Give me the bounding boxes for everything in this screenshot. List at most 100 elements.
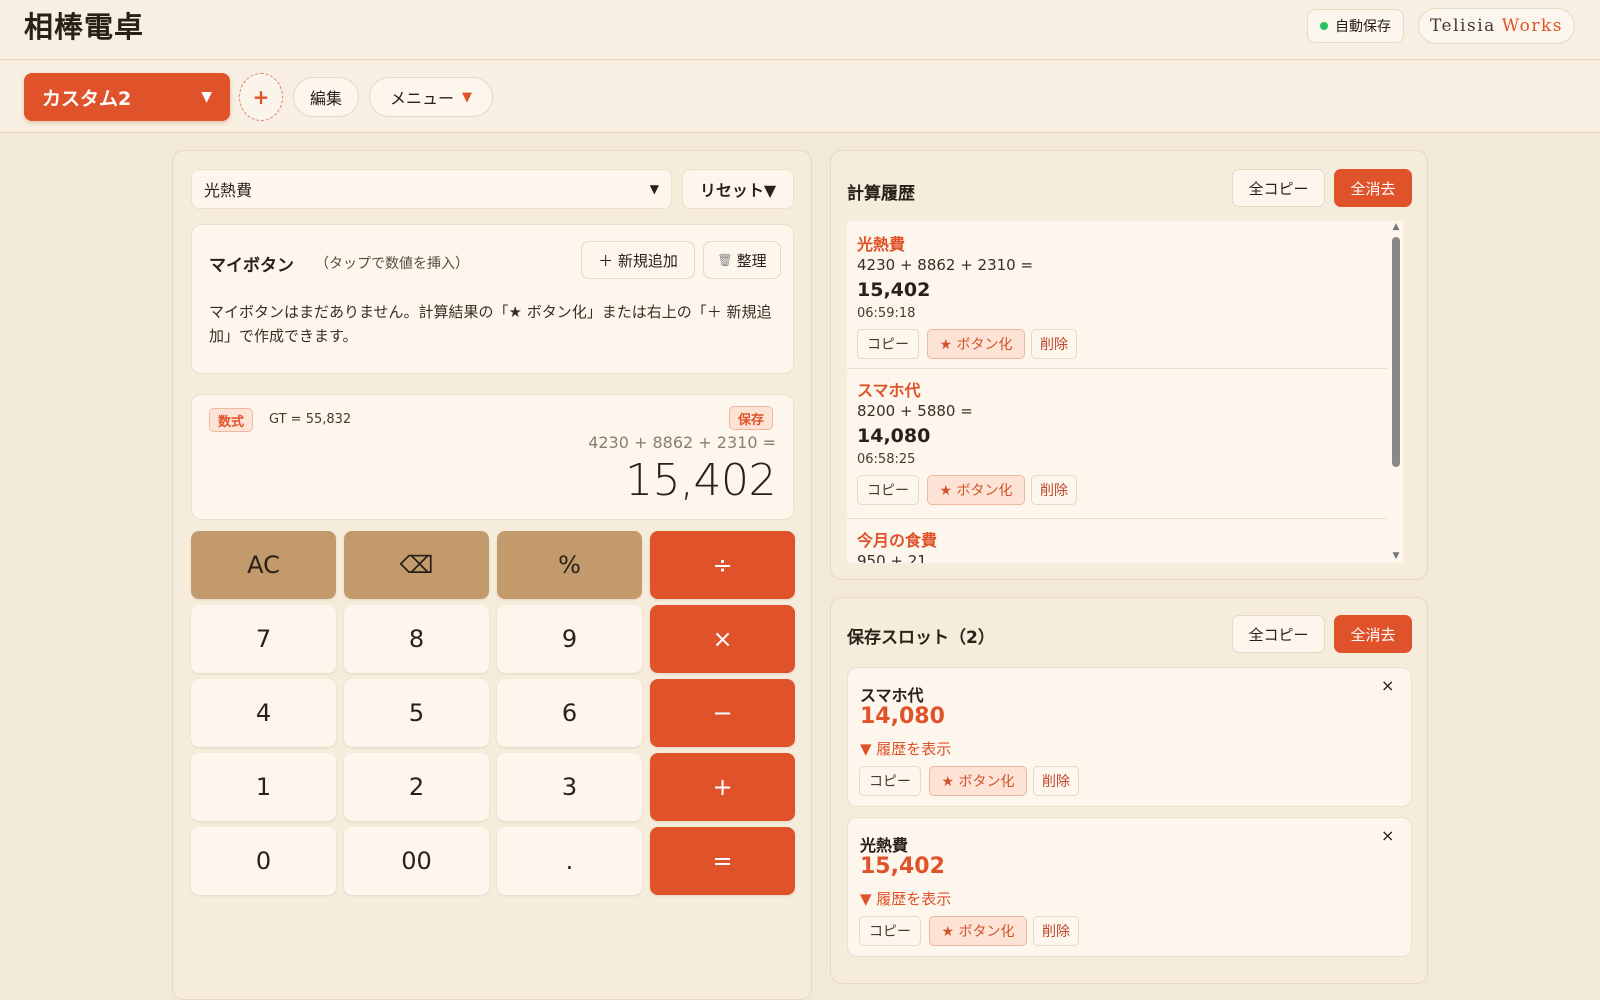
history-clear-all-button[interactable]: 全消去: [1334, 169, 1412, 207]
slots-clear-all-button[interactable]: 全消去: [1334, 615, 1412, 653]
backspace-key[interactable]: ⌫: [344, 531, 489, 599]
app-title: 相棒電卓: [24, 10, 145, 44]
history-entry-time: 06:59:18: [857, 306, 916, 321]
history-entry-name: 光熱費: [857, 235, 906, 254]
memo-select[interactable]: 光熱費 ▼: [191, 169, 672, 209]
history-entry-name: スマホ代: [857, 381, 921, 400]
history-scrollbar[interactable]: ▲ ▼: [1389, 221, 1403, 563]
make-button-button[interactable]: ★ ボタン化: [927, 329, 1025, 359]
delete-button[interactable]: 削除: [1033, 916, 1079, 946]
mode-tag[interactable]: 数式: [209, 408, 254, 432]
minus-key[interactable]: −: [650, 679, 795, 747]
copy-button[interactable]: コピー: [859, 766, 921, 796]
close-icon[interactable]: ×: [1381, 826, 1394, 845]
menu-button[interactable]: メニュー ▼: [369, 77, 493, 117]
result-value: 15,402: [625, 455, 776, 506]
expression-text: 4230 + 8862 + 2310 =: [588, 433, 776, 452]
equals-key[interactable]: =: [650, 827, 795, 895]
digit-7-key[interactable]: 7: [191, 605, 336, 673]
copy-button[interactable]: コピー: [857, 329, 919, 359]
history-entry-expression: 950 + 21: [857, 552, 927, 563]
divider: [847, 368, 1387, 369]
saved-slot: 光熱費 15,402 ▼ 履歴を表示 × コピー ★ ボタン化 削除: [847, 817, 1412, 957]
scroll-thumb[interactable]: [1392, 237, 1400, 467]
autosave-label: 自動保存: [1335, 19, 1391, 35]
copy-button[interactable]: コピー: [859, 916, 921, 946]
history-copy-all-button[interactable]: 全コピー: [1232, 169, 1325, 207]
slot-value: 15,402: [860, 854, 945, 879]
digit-0-key[interactable]: 0: [191, 827, 336, 895]
slot-value: 14,080: [860, 704, 945, 729]
multiply-key[interactable]: ×: [650, 605, 795, 673]
scroll-up-icon[interactable]: ▲: [1391, 222, 1401, 232]
delete-button[interactable]: 削除: [1031, 475, 1077, 505]
saved-slot: スマホ代 14,080 ▼ 履歴を表示 × コピー ★ ボタン化 削除: [847, 667, 1412, 807]
show-history-toggle[interactable]: ▼ 履歴を表示: [860, 888, 951, 909]
add-preset-button[interactable]: +: [239, 73, 283, 121]
my-buttons-hint: （タップで数値を挿入）: [315, 256, 469, 272]
make-button-button[interactable]: ★ ボタン化: [927, 475, 1025, 505]
percent-key[interactable]: %: [497, 531, 642, 599]
decimal-key[interactable]: .: [497, 827, 642, 895]
history-entry-expression: 8200 + 5880 =: [857, 402, 973, 420]
keypad: AC ⌫% ÷ 7 8 9 × 4 5 6− 1 2 3 +0 00. =: [191, 531, 795, 911]
calculator-panel: 光熱費 ▼ リセット▼ マイボタン （タップで数値を挿入） ＋ 新規追加 🗑 整…: [172, 150, 812, 1000]
save-button[interactable]: 保存: [729, 406, 774, 430]
digit-4-key[interactable]: 4: [191, 679, 336, 747]
close-icon[interactable]: ×: [1381, 676, 1394, 695]
memo-select-value: 光熱費: [204, 181, 253, 200]
history-entry: 光熱費 4230 + 8862 + 2310 = 15,402 06:59:18…: [847, 221, 1387, 366]
reset-button[interactable]: リセット▼: [682, 169, 794, 209]
digit-3-key[interactable]: 3: [497, 753, 642, 821]
divider: [847, 518, 1387, 519]
my-buttons-card: マイボタン （タップで数値を挿入） ＋ 新規追加 🗑 整理 マイボタンはまだあり…: [191, 224, 794, 374]
history-title: 計算履歴: [847, 184, 915, 204]
history-entry-expression: 4230 + 8862 + 2310 =: [857, 256, 1034, 274]
history-entry-value: 15,402: [857, 279, 931, 301]
plus-key[interactable]: +: [650, 753, 795, 821]
make-button-button[interactable]: ★ ボタン化: [929, 916, 1027, 946]
add-my-button[interactable]: ＋ 新規追加: [581, 241, 695, 279]
slot-name: スマホ代: [860, 686, 924, 705]
history-entry-value: 14,080: [857, 425, 931, 447]
history-entry: スマホ代 8200 + 5880 = 14,080 06:58:25 コピー ★…: [847, 371, 1387, 516]
app-header: 相棒電卓 自動保存 Telisia Works: [0, 0, 1600, 60]
delete-button[interactable]: 削除: [1031, 329, 1077, 359]
copy-button[interactable]: コピー: [857, 475, 919, 505]
show-history-toggle[interactable]: ▼ 履歴を表示: [860, 738, 951, 759]
delete-button[interactable]: 削除: [1033, 766, 1079, 796]
my-buttons-empty-message: マイボタンはまだありません。計算結果の「★ ボタン化」または右上の「＋ 新規追加…: [209, 303, 772, 345]
slots-title: 保存スロット（2）: [847, 628, 995, 648]
organize-button[interactable]: 🗑 整理: [703, 241, 781, 279]
digit-2-key[interactable]: 2: [344, 753, 489, 821]
brand-badge[interactable]: Telisia Works: [1418, 8, 1575, 44]
chevron-down-icon: ▼: [462, 89, 472, 105]
history-entry-time: 06:58:25: [857, 452, 916, 467]
edit-button[interactable]: 編集: [293, 77, 359, 117]
scroll-down-icon[interactable]: ▼: [1391, 551, 1401, 561]
digit-9-key[interactable]: 9: [497, 605, 642, 673]
double-zero-key[interactable]: 00: [344, 827, 489, 895]
preset-label: カスタム2: [42, 87, 132, 110]
digit-6-key[interactable]: 6: [497, 679, 642, 747]
digit-8-key[interactable]: 8: [344, 605, 489, 673]
saved-slots-panel: 保存スロット（2） 全コピー 全消去 スマホ代 14,080 ▼ 履歴を表示 ×…: [830, 597, 1428, 984]
history-entry: 今月の食費 950 + 21: [847, 521, 1387, 563]
history-list[interactable]: 光熱費 4230 + 8862 + 2310 = 15,402 06:59:18…: [847, 221, 1403, 563]
chevron-down-icon: ▼: [649, 182, 659, 196]
brand-accent: Works: [1501, 16, 1563, 36]
digit-1-key[interactable]: 1: [191, 753, 336, 821]
menu-label: メニュー: [389, 89, 454, 108]
history-panel: 計算履歴 全コピー 全消去 光熱費 4230 + 8862 + 2310 = 1…: [830, 150, 1428, 580]
chevron-down-icon: ▼: [201, 89, 212, 105]
trash-icon: 🗑: [717, 253, 733, 267]
digit-5-key[interactable]: 5: [344, 679, 489, 747]
all-clear-key[interactable]: AC: [191, 531, 336, 599]
slots-copy-all-button[interactable]: 全コピー: [1232, 615, 1325, 653]
make-button-button[interactable]: ★ ボタン化: [929, 766, 1027, 796]
divide-key[interactable]: ÷: [650, 531, 795, 599]
my-buttons-title: マイボタン: [209, 256, 294, 276]
autosave-indicator: 自動保存: [1307, 9, 1404, 43]
preset-select[interactable]: カスタム2 ▼: [24, 73, 230, 121]
organize-label: 整理: [736, 251, 767, 270]
